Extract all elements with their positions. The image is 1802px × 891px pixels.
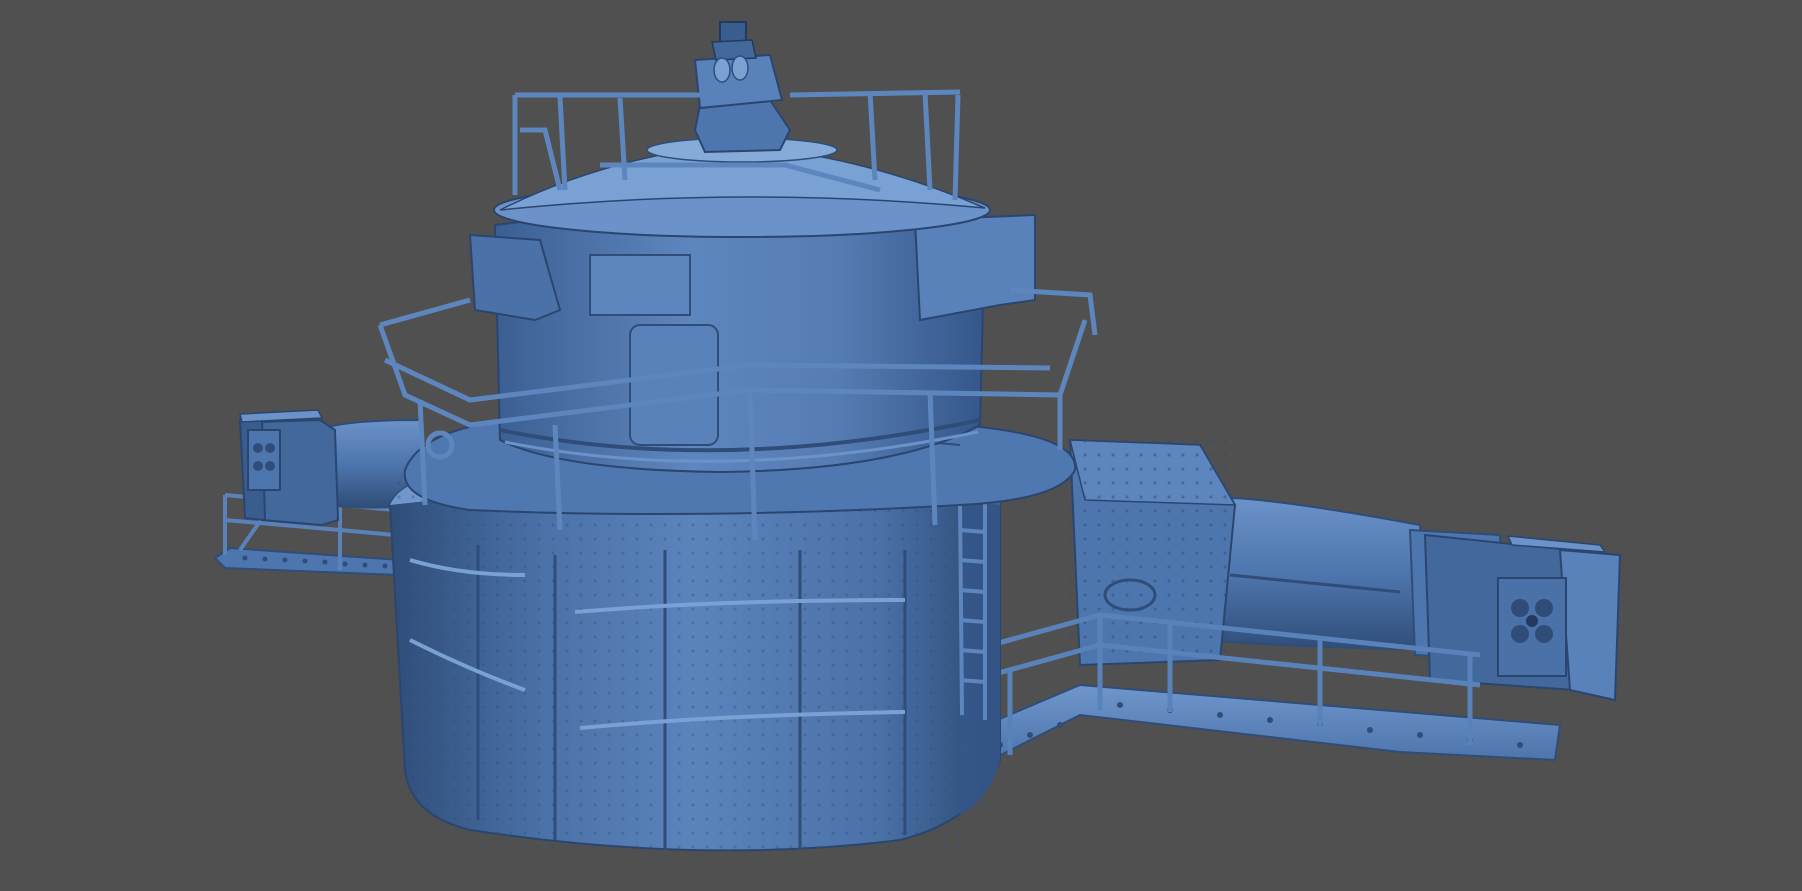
right-rangefinder-arm xyxy=(1198,496,1622,702)
tower-model-render xyxy=(213,21,1622,852)
top-cap xyxy=(493,137,991,238)
render-viewport xyxy=(0,0,1802,891)
top-periscope-unit xyxy=(693,21,792,154)
right-housing xyxy=(1068,438,1237,667)
